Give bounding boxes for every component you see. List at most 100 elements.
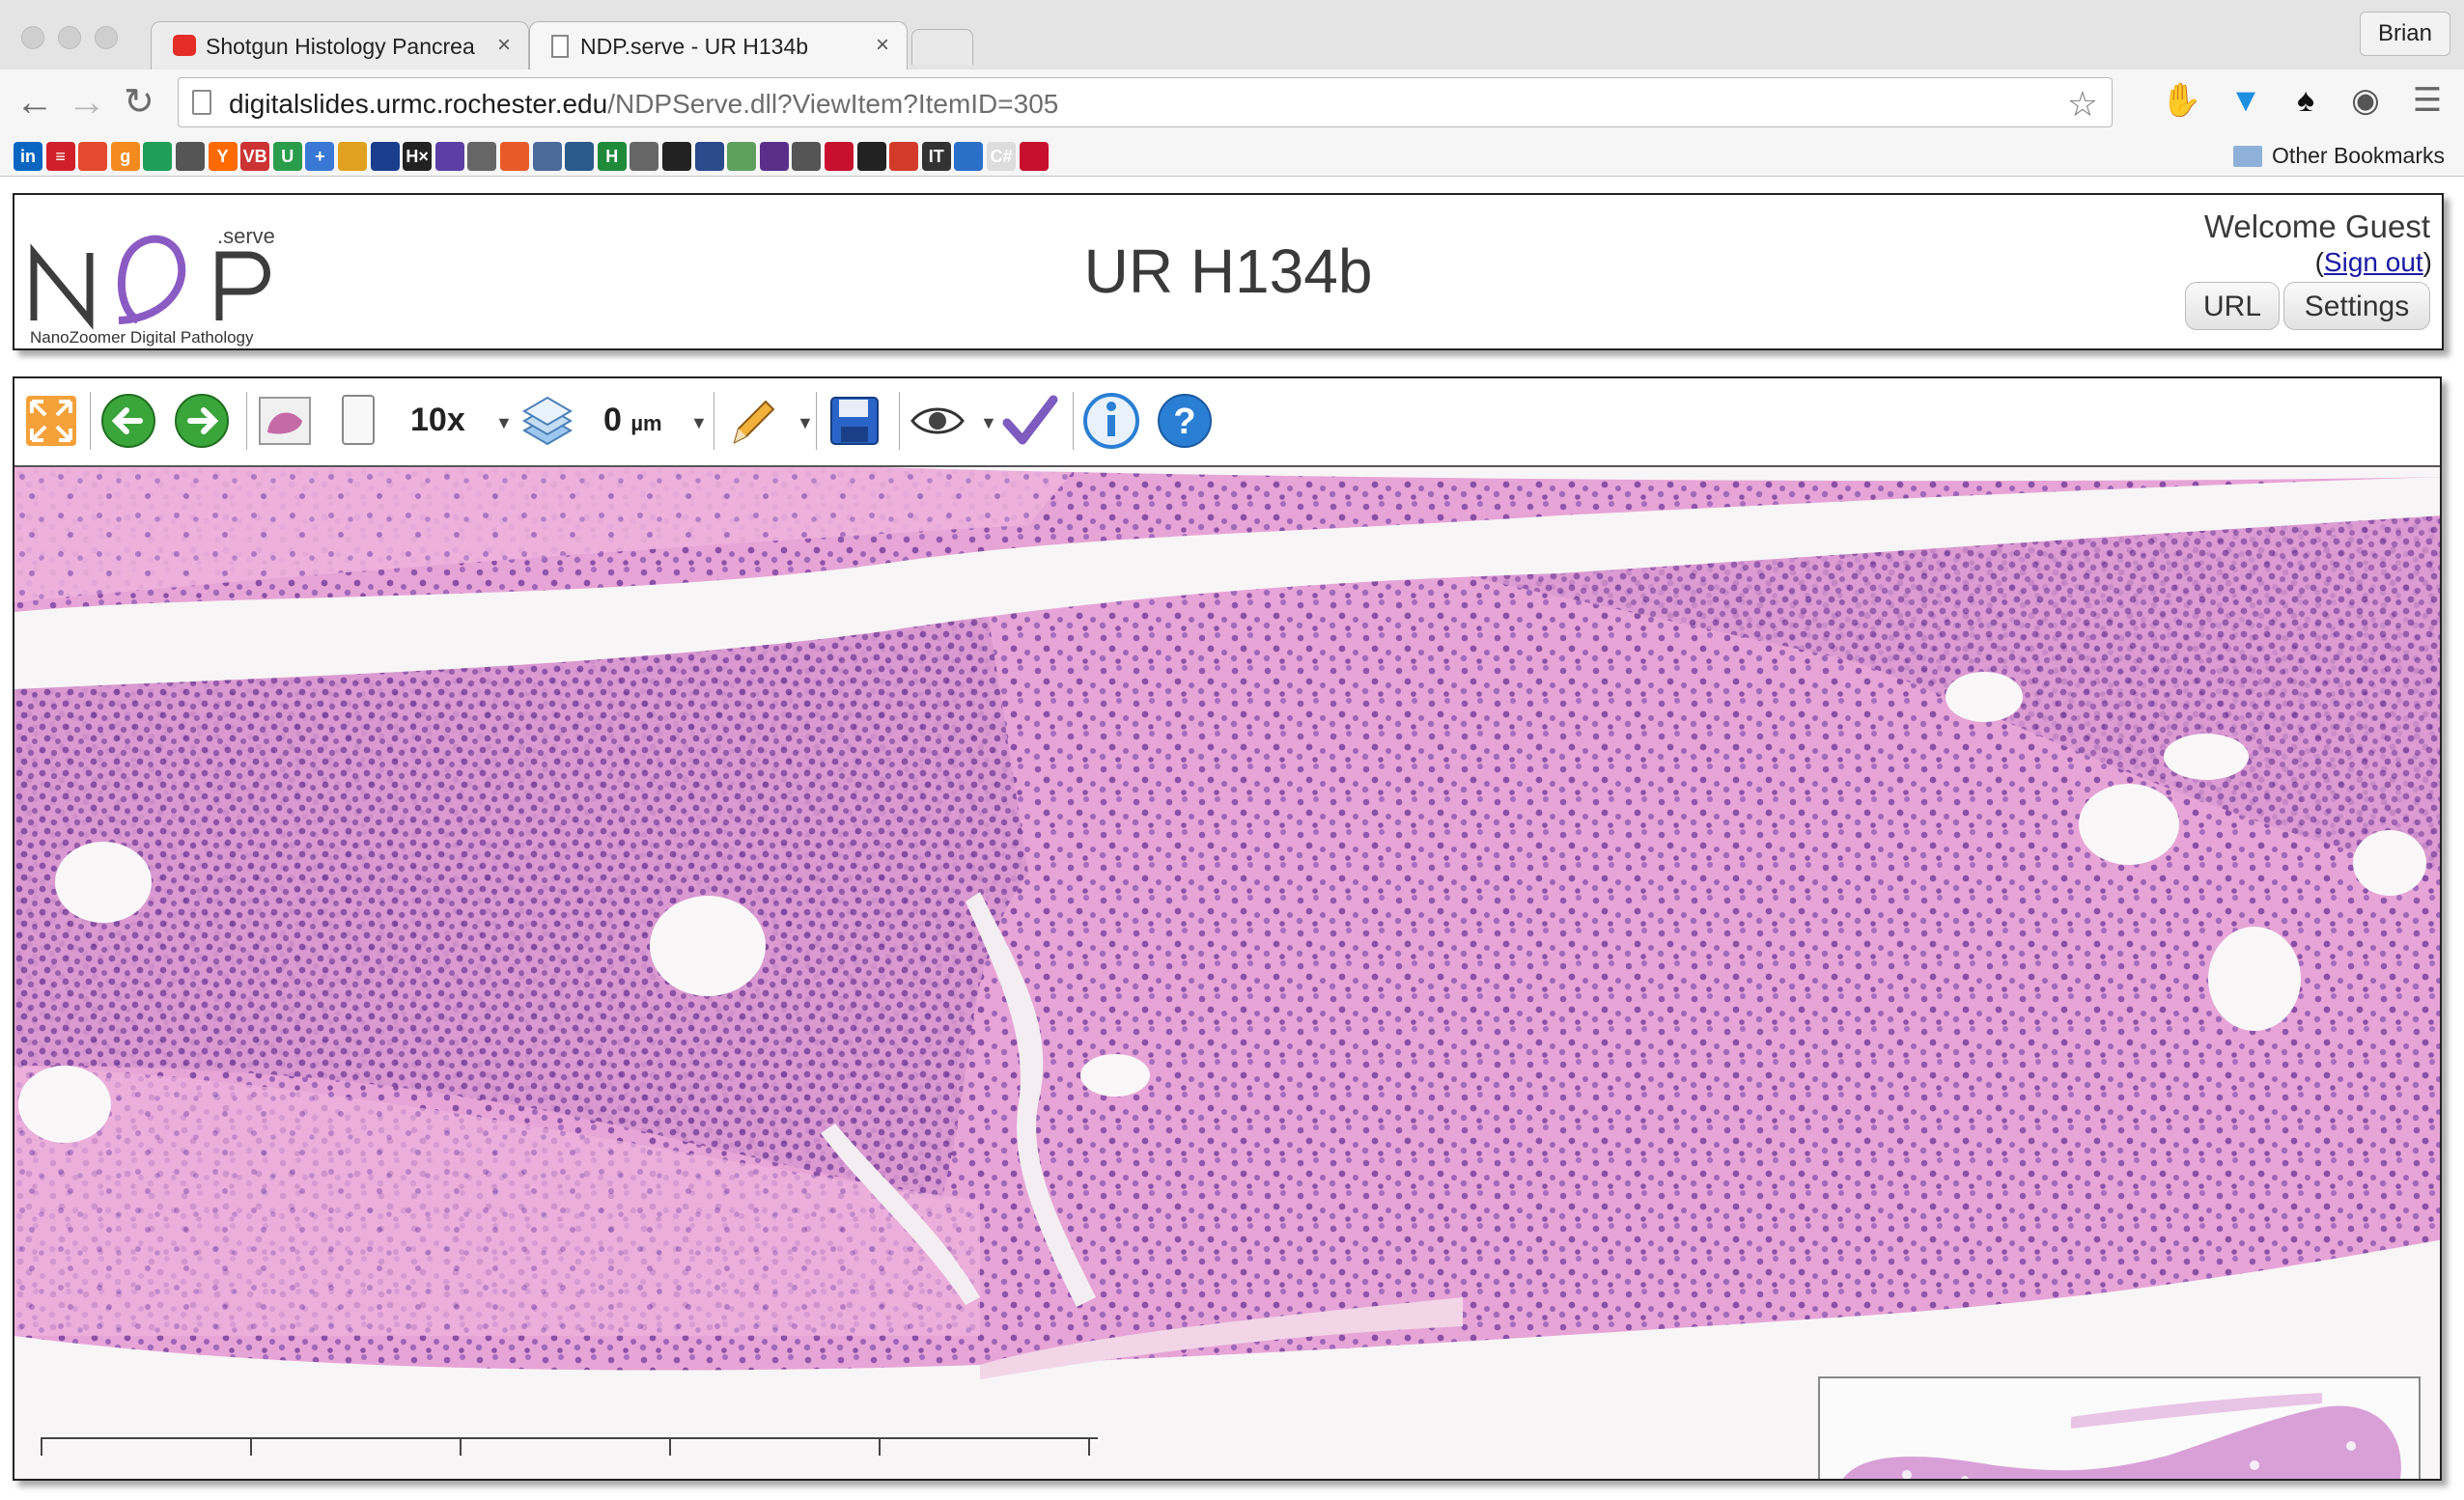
slide-label-icon[interactable] bbox=[329, 392, 387, 450]
bookmark-icon[interactable]: VB bbox=[240, 142, 270, 171]
bookmark-icon[interactable] bbox=[434, 142, 464, 171]
bookmark-icon[interactable] bbox=[694, 142, 724, 171]
window-minimize-light[interactable] bbox=[58, 26, 81, 49]
bookmark-icon[interactable] bbox=[176, 142, 205, 171]
bookmark-icon[interactable] bbox=[662, 142, 691, 171]
browser-toolbar: ← → ↻ digitalslides.urmc.rochester.edu/N… bbox=[0, 69, 2464, 137]
menu-icon[interactable]: ☰ bbox=[2408, 81, 2447, 120]
tab-shotgun-histology[interactable]: Shotgun Histology Pancrea × bbox=[151, 21, 529, 69]
bookmark-icon[interactable]: Y bbox=[208, 142, 238, 171]
back-green-arrow-icon[interactable] bbox=[99, 392, 157, 450]
help-icon[interactable]: ? bbox=[1156, 392, 1214, 450]
bookmark-icon[interactable] bbox=[532, 142, 562, 171]
bookmark-icon[interactable] bbox=[630, 142, 659, 171]
adblock-icon[interactable]: ✋ bbox=[2161, 81, 2201, 120]
bookmark-icon[interactable] bbox=[78, 142, 108, 171]
eye-view-icon[interactable] bbox=[909, 392, 966, 450]
logo-subtitle: NanoZoomer Digital Pathology bbox=[30, 328, 254, 347]
ghostery-icon[interactable]: ♠ bbox=[2286, 81, 2325, 120]
scale-tick-label: 200 bbox=[435, 1472, 501, 1479]
bookmark-icon[interactable] bbox=[792, 142, 822, 171]
signout-link[interactable]: Sign out bbox=[2324, 247, 2423, 277]
other-bookmarks[interactable]: Other Bookmarks bbox=[2233, 143, 2445, 169]
url-host: digitalslides.urmc.rochester.edu bbox=[229, 89, 608, 119]
zoom-dropdown-icon[interactable]: ▼ bbox=[495, 413, 513, 433]
profile-button[interactable]: Brian bbox=[2359, 12, 2450, 56]
vpn-icon[interactable]: ▼ bbox=[2226, 81, 2265, 120]
focus-value[interactable]: 0 µm bbox=[603, 402, 662, 439]
bookmark-icon[interactable]: + bbox=[305, 142, 335, 171]
bookmarks-bar: in ≡ g Y VB U + H× H IT C# Other Bookmarks bbox=[0, 137, 2464, 177]
window-close-light[interactable] bbox=[21, 26, 44, 49]
new-tab-button[interactable] bbox=[911, 29, 973, 65]
ndp-header: .serve NanoZoomer Digital Pathology UR H… bbox=[13, 193, 2444, 350]
info-icon[interactable] bbox=[1082, 392, 1140, 450]
address-bar[interactable]: digitalslides.urmc.rochester.edu/NDPServ… bbox=[178, 77, 2113, 127]
pencil-dropdown-icon[interactable]: ▼ bbox=[797, 413, 814, 433]
bookmark-icon[interactable]: H bbox=[597, 142, 627, 171]
focus-number: 0 bbox=[603, 402, 622, 438]
bookmark-icon[interactable] bbox=[889, 142, 919, 171]
zoom-level[interactable]: 10x bbox=[410, 402, 465, 439]
scale-tick-label: 400 bbox=[854, 1472, 920, 1479]
bookmark-icon[interactable] bbox=[759, 142, 789, 171]
eye-dropdown-icon[interactable]: ▼ bbox=[980, 413, 997, 433]
bookmark-icon[interactable] bbox=[143, 142, 173, 171]
bookmark-icon[interactable]: in bbox=[14, 142, 42, 171]
bookmark-icon[interactable] bbox=[825, 142, 854, 171]
forward-arrow-icon[interactable]: → bbox=[68, 83, 106, 122]
window-zoom-light[interactable] bbox=[95, 26, 118, 49]
toolbar-separator bbox=[90, 392, 91, 450]
viewer-toolbar: 10x ▼ 0 µm ▼ ▼ ▼ ? bbox=[14, 378, 2440, 467]
bookmark-icon[interactable]: H× bbox=[403, 142, 433, 171]
url-button[interactable]: URL bbox=[2185, 282, 2280, 330]
tab-close-icon[interactable]: × bbox=[497, 32, 511, 59]
tab-title: NDP.serve - UR H134b bbox=[580, 34, 809, 59]
bookmark-icon[interactable] bbox=[565, 142, 595, 171]
bookmark-icon[interactable] bbox=[467, 142, 497, 171]
bookmark-icon[interactable]: ≡ bbox=[45, 142, 75, 171]
reload-icon[interactable]: ↻ bbox=[124, 83, 154, 122]
toolbar-separator bbox=[899, 392, 900, 450]
tab-ndp-serve[interactable]: NDP.serve - UR H134b × bbox=[529, 21, 908, 69]
pocket-icon[interactable]: ◉ bbox=[2346, 81, 2385, 120]
welcome-text: Welcome Guest bbox=[2203, 208, 2430, 244]
bookmark-icon[interactable] bbox=[1019, 142, 1049, 171]
other-bookmarks-label: Other Bookmarks bbox=[2272, 143, 2445, 168]
bookmark-icon[interactable]: C# bbox=[987, 142, 1016, 171]
slide-viewer: 10x ▼ 0 µm ▼ ▼ ▼ ? bbox=[13, 376, 2442, 1481]
bookmark-icon[interactable] bbox=[954, 142, 984, 171]
tab-close-icon[interactable]: × bbox=[876, 32, 889, 59]
focus-unit: µm bbox=[630, 411, 662, 435]
slide-thumbnail-icon[interactable] bbox=[256, 392, 314, 450]
checkmark-icon[interactable] bbox=[1001, 392, 1059, 450]
bookmark-star-icon[interactable]: ☆ bbox=[2067, 84, 2098, 125]
fit-to-screen-icon[interactable] bbox=[22, 392, 80, 450]
bookmark-icon[interactable] bbox=[727, 142, 757, 171]
bookmark-icon[interactable] bbox=[500, 142, 529, 171]
url-text: digitalslides.urmc.rochester.edu/NDPServ… bbox=[229, 89, 1058, 120]
toolbar-separator bbox=[816, 392, 817, 450]
scale-bar-line bbox=[39, 1435, 1098, 1456]
focus-layers-icon[interactable] bbox=[518, 392, 576, 450]
overview-thumbnail[interactable] bbox=[1818, 1376, 2421, 1479]
forward-green-arrow-icon[interactable] bbox=[173, 392, 231, 450]
bookmark-icon[interactable] bbox=[370, 142, 400, 171]
back-arrow-icon[interactable]: ← bbox=[15, 83, 54, 122]
focus-dropdown-icon[interactable]: ▼ bbox=[690, 413, 708, 433]
toolbar-separator bbox=[1073, 392, 1074, 450]
svg-text:?: ? bbox=[1173, 402, 1195, 442]
bookmark-icon[interactable]: IT bbox=[921, 142, 951, 171]
bookmark-icon[interactable] bbox=[338, 142, 367, 171]
pencil-annotate-icon[interactable] bbox=[723, 392, 781, 450]
bookmark-icon[interactable]: g bbox=[110, 142, 140, 171]
settings-button[interactable]: Settings bbox=[2283, 282, 2430, 330]
bookmark-icon[interactable]: U bbox=[272, 142, 302, 171]
signout-line: (Sign out) bbox=[2315, 247, 2432, 278]
bookmark-icon[interactable] bbox=[856, 142, 886, 171]
save-disk-icon[interactable] bbox=[826, 392, 883, 450]
folder-icon bbox=[2233, 146, 2263, 167]
signout-paren-close: ) bbox=[2422, 247, 2432, 277]
slide-image[interactable]: 0 100 200 300 400 500 µm bbox=[14, 467, 2440, 1479]
signout-paren-open: ( bbox=[2314, 247, 2324, 277]
